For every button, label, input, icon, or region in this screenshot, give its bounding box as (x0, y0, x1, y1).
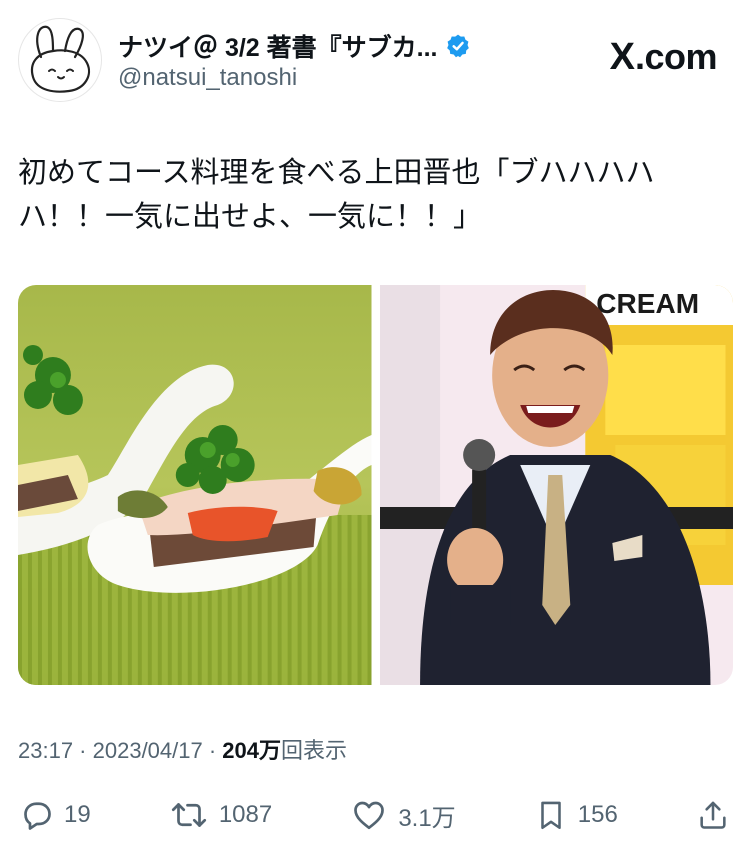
repost-icon (169, 797, 209, 833)
verified-badge-icon (445, 33, 471, 59)
tweet-time[interactable]: 23:17 (18, 738, 73, 763)
tweet-text: 初めてコース料理を食べる上田晋也「ブハハハハハ！！一気に出せよ、一気に！！」 (18, 155, 655, 233)
media-grid: CREAM (18, 285, 733, 685)
repost-count: 1087 (218, 801, 273, 828)
reply-button[interactable]: 19 (18, 797, 91, 833)
tweet-card: ナツイ＠ 3/2 著書『サブカ... @natsui_tanoshi X .co… (0, 0, 749, 858)
views-count: 204万 (222, 738, 282, 763)
tweet-date[interactable]: 2023/04/17 (93, 738, 203, 763)
reply-icon (18, 797, 54, 833)
x-brand-logo[interactable]: X .com (609, 36, 718, 78)
avatar[interactable] (18, 18, 102, 102)
repost-button[interactable]: 1087 (169, 797, 272, 833)
action-bar: 19 1087 3.1万 156 (18, 790, 730, 840)
like-icon (350, 797, 388, 833)
meta-separator-2: · (202, 738, 223, 763)
share-button[interactable] (696, 797, 730, 833)
x-logo-text: .com (634, 36, 718, 77)
tweet-meta: 23:17 · 2023/04/17 · 204万回表示 (18, 733, 347, 765)
reply-count: 19 (64, 801, 91, 828)
share-icon (696, 797, 730, 833)
author-handle[interactable]: @natsui_tanoshi (118, 64, 297, 92)
author-name-row[interactable]: ナツイ＠ 3/2 著書『サブカ... (118, 28, 471, 64)
food-image[interactable] (18, 285, 372, 685)
like-button[interactable]: 3.1万 (350, 797, 456, 833)
like-count: 3.1万 (398, 804, 456, 832)
bookmark-button[interactable]: 156 (534, 797, 618, 833)
x-logo-icon: X (609, 36, 635, 78)
views-label: 回表示 (281, 738, 348, 763)
bookmark-icon (534, 797, 568, 833)
bookmark-count: 156 (577, 801, 618, 828)
meta-separator: · (73, 738, 93, 763)
host-image[interactable]: CREAM (379, 285, 733, 685)
display-name[interactable]: ナツイ＠ 3/2 著書『サブカ... (118, 28, 437, 64)
set-sign-text: CREAM (596, 288, 699, 319)
